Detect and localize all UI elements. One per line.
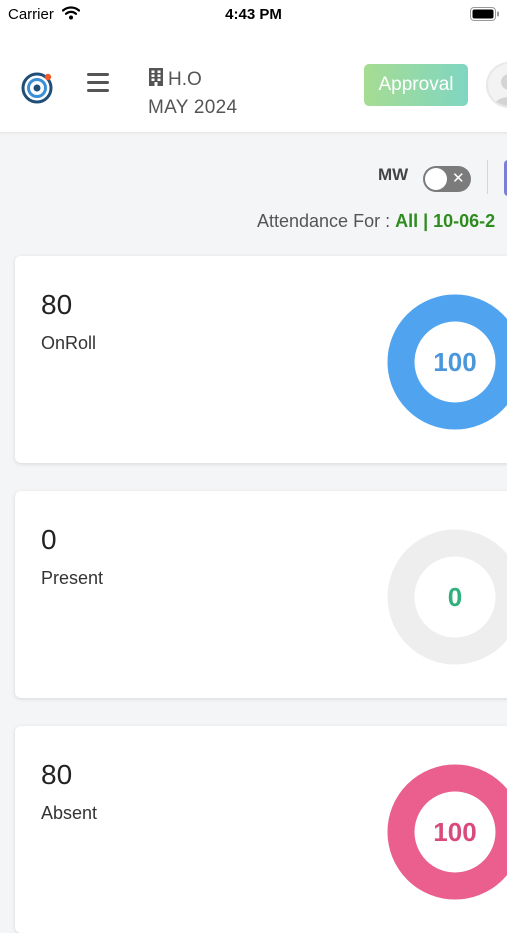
attendance-for-value: All | 10-06-2 xyxy=(395,211,496,231)
period-label[interactable]: MAY 2024 xyxy=(148,97,237,119)
battery-icon xyxy=(470,7,500,26)
card-label: OnRoll xyxy=(41,333,97,353)
organization-name: H.O xyxy=(168,68,202,90)
absent-donut-chart: 100 xyxy=(387,764,507,900)
user-avatar-icon[interactable] xyxy=(486,62,507,108)
organization-selector[interactable]: H.O xyxy=(148,68,202,91)
approval-button[interactable]: Approval xyxy=(364,64,468,106)
close-icon: ✕ xyxy=(452,170,465,187)
card-count: 80 xyxy=(41,759,73,790)
menu-icon[interactable] xyxy=(87,73,109,93)
absent-card[interactable]: 80 Absent 100 xyxy=(15,726,507,933)
donut-percent: 100 xyxy=(433,817,476,847)
onroll-card[interactable]: 80 OnRoll 100 xyxy=(15,256,507,463)
mw-toggle[interactable]: ✕ xyxy=(423,166,471,192)
attendance-for-label: Attendance For : xyxy=(257,211,396,231)
status-bar: Carrier 4:43 PM xyxy=(0,0,507,32)
toggle-knob xyxy=(425,168,447,190)
card-label: Present xyxy=(41,568,104,588)
card-count: 80 xyxy=(41,289,73,320)
donut-percent: 100 xyxy=(433,347,476,377)
donut-percent: 0 xyxy=(448,582,462,612)
target-logo-icon[interactable] xyxy=(21,70,55,109)
building-icon xyxy=(148,68,164,91)
present-donut-chart: 0 xyxy=(387,529,507,665)
mw-label: MW xyxy=(378,165,409,184)
card-label: Absent xyxy=(41,803,98,823)
app-header: H.O MAY 2024 Approval xyxy=(0,32,507,133)
clock: 4:43 PM xyxy=(225,6,282,23)
present-card[interactable]: 0 Present 0 xyxy=(15,491,507,698)
attendance-for[interactable]: Attendance For : All | 10-06-2 xyxy=(257,211,495,232)
onroll-donut-chart: 100 xyxy=(387,294,507,430)
divider xyxy=(487,160,488,194)
card-count: 0 xyxy=(41,524,57,555)
